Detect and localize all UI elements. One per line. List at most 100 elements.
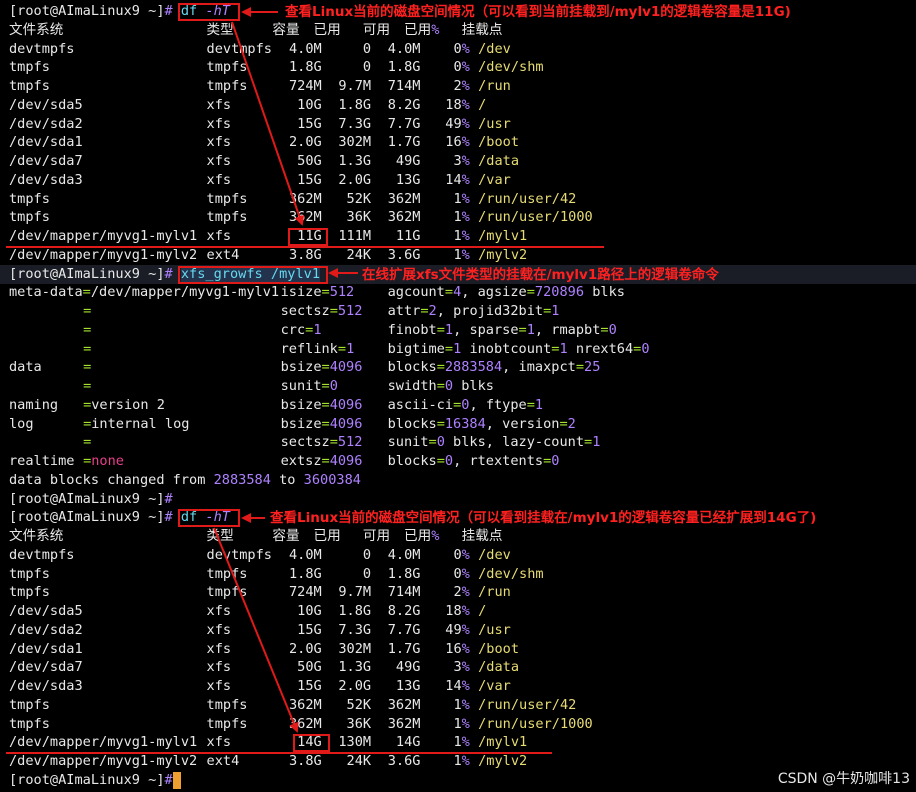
section-label: data: [9, 359, 42, 376]
value: 4096: [329, 396, 363, 413]
fs-type: xfs: [206, 96, 232, 113]
right-field: blocks=0, rtextents=0: [387, 453, 560, 469]
fs-size: 15G: [297, 621, 322, 638]
blocks-to: 3600384: [303, 471, 361, 488]
filesystem-name: /dev/sda7: [9, 153, 83, 169]
fs-type: tmpfs: [206, 209, 248, 226]
mount-point: /run/user/1000: [478, 715, 593, 732]
fs-avail: 13G: [395, 678, 421, 694]
right-field: agcount=4, agsize=720896 blks: [387, 284, 625, 301]
mount-point: /run/user/42: [478, 696, 577, 713]
fs-use-pct: 0%: [453, 40, 470, 57]
fs-used: 9.7M: [338, 584, 372, 601]
fs-used: 1.8G: [338, 96, 372, 113]
fs-use-pct: 2%: [453, 78, 470, 94]
right-field: swidth=0 blks: [387, 378, 494, 394]
filesystem-name: /dev/sda1: [9, 134, 83, 151]
fs-use-pct: 1%: [453, 246, 470, 263]
equals: =: [82, 284, 91, 301]
fs-used: 9.7M: [338, 78, 372, 94]
fs-type: xfs: [206, 153, 232, 169]
annotation-second: 在线扩展xfs文件类型的挂载在/mylv1路径上的逻辑卷命令: [362, 266, 719, 283]
filesystem-name: /dev/sda3: [9, 678, 83, 694]
mount-point: /data: [478, 659, 520, 676]
equals: =: [575, 359, 585, 376]
mid-field: sectsz=512: [280, 303, 363, 319]
summary-text: data blocks changed from 2883584 to 3600…: [9, 471, 361, 490]
mount-point: /dev: [478, 546, 511, 563]
fs-type: xfs: [206, 659, 232, 676]
mount-point: /var: [478, 171, 511, 188]
filesystem-name: /dev/sda7: [9, 659, 83, 676]
highlight-box-11g: [288, 228, 328, 246]
col-used: 已用: [313, 21, 341, 38]
filesystem-name: tmpfs: [9, 584, 50, 601]
left-field: =none: [83, 452, 124, 471]
filesystem-name: /dev/mapper/myvg1-mylv1: [9, 734, 198, 751]
filesystem-name: /dev/mapper/myvg1-mylv2: [9, 246, 198, 263]
right-field: blocks=2883584, imaxpct=25: [387, 359, 601, 376]
equals: =: [526, 284, 535, 301]
value: 512: [329, 284, 355, 301]
fs-use-pct: 1%: [453, 190, 470, 207]
equals: =: [83, 340, 92, 357]
left-value: none: [91, 453, 124, 469]
left-field: =: [83, 377, 91, 396]
col-size: 容量: [272, 528, 300, 544]
value: 4096: [329, 453, 363, 469]
equals: =: [329, 434, 338, 451]
equals: =: [420, 303, 429, 319]
fs-avail: 11G: [395, 228, 421, 244]
left-field: meta-data=/dev/mapper/myvg1-mylv1: [9, 284, 280, 301]
mid-field: bsize=4096: [280, 396, 363, 413]
fs-use-pct: 18%: [445, 96, 470, 113]
col-type: 类型: [206, 528, 234, 544]
equals: =: [526, 396, 535, 413]
fs-avail: 7.7G: [387, 115, 421, 132]
fs-size: 3.8G: [288, 753, 322, 769]
value: 0: [444, 378, 454, 394]
fs-used: 0: [362, 565, 372, 582]
terminal-cursor[interactable]: [172, 771, 181, 789]
right-field: bigtime=1 inobtcount=1 nrext64=0: [387, 340, 650, 357]
fs-type: tmpfs: [206, 715, 248, 732]
pct-sign: %: [461, 246, 470, 263]
equals: =: [83, 434, 92, 451]
prompt-hash: #: [164, 771, 173, 788]
pct-sign: %: [461, 171, 470, 188]
col-size: 容量: [272, 21, 300, 38]
fs-type: ext4: [206, 753, 240, 769]
value: 1: [534, 396, 544, 413]
equals: =: [83, 359, 92, 376]
left-field: =internal log: [83, 415, 189, 434]
fs-used: 36K: [346, 209, 372, 226]
fs-avail: 4.0M: [387, 40, 421, 57]
pct-sign: %: [461, 659, 470, 676]
mount-point: /run: [478, 78, 511, 94]
fs-avail: 3.6G: [387, 246, 421, 263]
prompt-line: [root@AImaLinux9 ~]#: [9, 490, 173, 509]
fs-type: tmpfs: [206, 696, 248, 713]
left-field: =: [83, 433, 91, 452]
section-label: naming: [9, 396, 59, 413]
value: 2: [428, 303, 437, 319]
fs-size: 15G: [297, 115, 322, 132]
pct-sign: %: [431, 21, 440, 38]
terminal-window[interactable]: [root@AImaLinux9 ~]# df -hT 文件系统 类型 容量 已用 可用已…: [0, 0, 916, 792]
watermark: CSDN @牛奶咖啡13: [777, 771, 910, 787]
highlight-box-14g: [293, 734, 330, 753]
pct-sign: %: [461, 40, 470, 57]
fs-used: 52K: [346, 190, 372, 207]
filesystem-name: /dev/sda1: [9, 640, 83, 657]
fs-type: xfs: [206, 134, 232, 151]
col-mount: 挂载点: [461, 528, 503, 544]
mount-point: /var: [478, 678, 511, 694]
filesystem-name: tmpfs: [9, 565, 50, 582]
mount-point: /dev: [478, 40, 511, 57]
col-avail: 可用: [362, 21, 391, 38]
summary-to: to: [270, 471, 304, 488]
fs-size: 10G: [297, 96, 322, 113]
fs-size: 10G: [297, 603, 322, 619]
fs-use-pct: 0%: [453, 59, 470, 76]
pct-sign: %: [461, 134, 470, 151]
